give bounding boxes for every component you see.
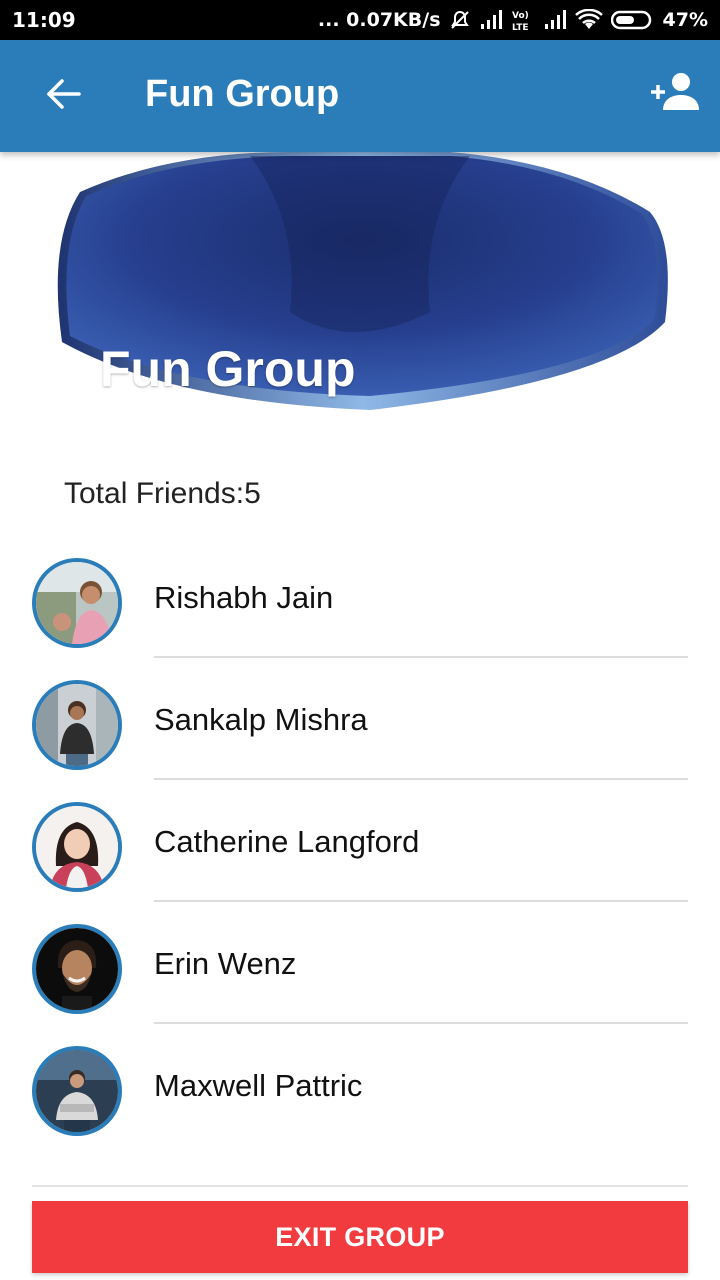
back-button[interactable]: [34, 70, 94, 122]
avatar: [32, 1046, 122, 1136]
member-name: Erin Wenz: [154, 946, 297, 981]
list-item[interactable]: Erin Wenz: [0, 902, 720, 1024]
add-friend-button[interactable]: [645, 68, 705, 120]
avatar: [32, 802, 122, 892]
list-item[interactable]: Sankalp Mishra: [0, 658, 720, 780]
signal-icon: [479, 9, 503, 31]
app-bar: Fun Group: [0, 40, 720, 152]
battery-percent: 47%: [662, 9, 708, 31]
avatar: [32, 558, 122, 648]
status-time: 11:09: [12, 8, 76, 32]
arrow-back-icon: [46, 78, 82, 115]
member-list: Rishabh Jain Sankalp Mishra Catherine La…: [0, 536, 720, 1146]
member-name: Catherine Langford: [154, 824, 420, 859]
battery-icon: [610, 9, 655, 31]
person-add-icon: [649, 70, 701, 119]
status-bar: 11:09 ... 0.07KB/s Vo) LTE 47%: [0, 0, 720, 40]
exit-group-button[interactable]: EXIT GROUP: [32, 1201, 688, 1273]
wifi-icon: [574, 9, 603, 31]
page-title: Fun Group: [145, 73, 340, 115]
svg-text:LTE: LTE: [512, 23, 529, 32]
member-name: Sankalp Mishra: [154, 702, 368, 737]
list-item[interactable]: Catherine Langford: [0, 780, 720, 902]
status-icons: ... 0.07KB/s Vo) LTE 47%: [318, 6, 708, 34]
banner-title: Fun Group: [100, 341, 356, 397]
member-name: Rishabh Jain: [154, 580, 334, 615]
member-name: Maxwell Pattric: [154, 1068, 363, 1103]
total-friends-count: Total Friends:5: [64, 477, 261, 510]
volte-icon: Vo) LTE: [511, 8, 535, 32]
avatar: [32, 680, 122, 770]
avatar: [32, 924, 122, 1014]
mute-bell-icon: [449, 9, 471, 31]
network-speed: ... 0.07KB/s: [317, 9, 441, 31]
list-item[interactable]: Rishabh Jain: [0, 536, 720, 658]
divider: [32, 1185, 688, 1187]
list-item[interactable]: Maxwell Pattric: [0, 1024, 720, 1146]
svg-text:Vo): Vo): [512, 11, 529, 21]
signal-icon: [543, 9, 567, 31]
